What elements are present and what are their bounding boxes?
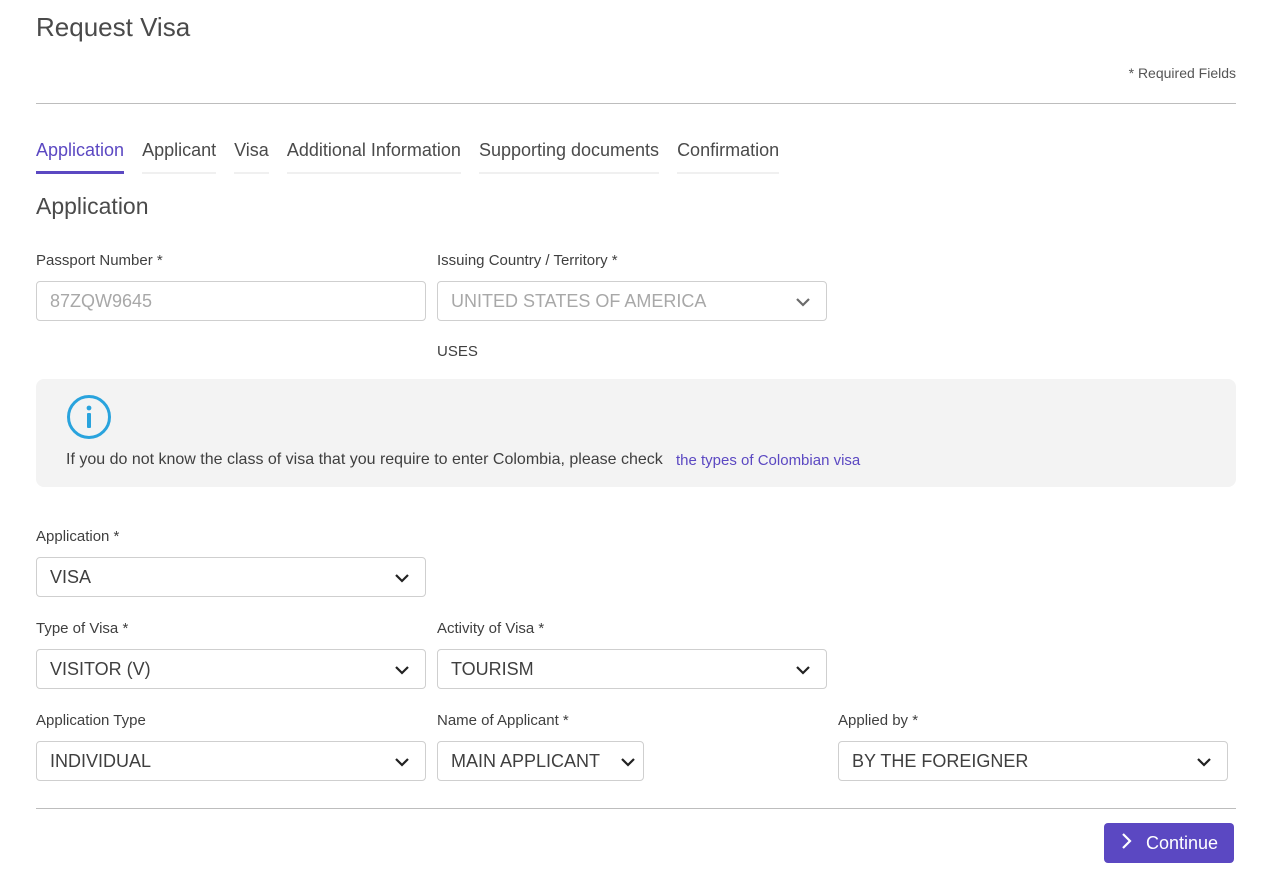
continue-label: Continue xyxy=(1145,832,1219,853)
applied-by-value: BY THE FOREIGNER xyxy=(852,750,1029,771)
chevron-down-icon xyxy=(393,661,411,679)
name-of-applicant-select[interactable]: MAIN APPLICANT xyxy=(437,741,644,781)
passport-number-label: Passport Number * xyxy=(36,252,163,269)
application-select[interactable]: VISA xyxy=(36,557,426,597)
application-type-value: INDIVIDUAL xyxy=(50,750,152,771)
activity-of-visa-select[interactable]: TOURISM xyxy=(437,649,827,689)
tab-applicant[interactable]: Applicant xyxy=(142,140,217,174)
chevron-right-icon xyxy=(1120,832,1134,855)
issuing-country-select[interactable]: UNITED STATES OF AMERICA xyxy=(437,281,827,321)
issuing-country-code: USES xyxy=(437,343,478,360)
info-box xyxy=(36,379,1236,487)
tab-application[interactable]: Application xyxy=(36,140,125,174)
issuing-country-value: UNITED STATES OF AMERICA xyxy=(451,290,707,311)
tab-visa[interactable]: Visa xyxy=(234,140,269,174)
name-of-applicant-value: MAIN APPLICANT xyxy=(451,750,601,771)
page-title: Request Visa xyxy=(36,12,191,42)
chevron-down-icon xyxy=(393,753,411,771)
info-text: If you do not know the class of visa tha… xyxy=(66,451,663,468)
chevron-down-icon xyxy=(393,569,411,587)
tab-confirmation[interactable]: Confirmation xyxy=(677,140,780,174)
chevron-down-icon xyxy=(794,293,812,311)
chevron-down-icon xyxy=(1195,753,1213,771)
applied-by-label: Applied by * xyxy=(838,712,919,729)
chevron-down-icon xyxy=(794,661,812,679)
passport-number-input[interactable]: 87ZQW9645 xyxy=(36,281,426,321)
chevron-down-icon xyxy=(619,753,637,771)
type-of-visa-label: Type of Visa * xyxy=(36,620,129,637)
name-of-applicant-label: Name of Applicant * xyxy=(437,712,569,729)
type-of-visa-select[interactable]: VISITOR (V) xyxy=(36,649,426,689)
issuing-country-label: Issuing Country / Territory * xyxy=(437,252,618,269)
tab-additional-information[interactable]: Additional Information xyxy=(286,140,461,174)
continue-button[interactable]: Continue xyxy=(1104,823,1234,863)
application-type-label: Application Type xyxy=(36,712,146,729)
bottom-divider xyxy=(36,808,1236,809)
application-value: VISA xyxy=(50,566,92,587)
required-fields-note: * Required Fields xyxy=(1128,65,1236,81)
tab-supporting-documents[interactable]: Supporting documents xyxy=(478,140,660,174)
section-title: Application xyxy=(36,193,149,219)
type-of-visa-value: VISITOR (V) xyxy=(50,658,151,679)
info-icon xyxy=(66,394,112,440)
activity-of-visa-value: TOURISM xyxy=(451,658,534,679)
application-type-select[interactable]: INDIVIDUAL xyxy=(36,741,426,781)
activity-of-visa-label: Activity of Visa * xyxy=(437,620,545,637)
top-divider xyxy=(36,103,1236,104)
visa-types-link[interactable]: the types of Colombian visa xyxy=(676,452,860,469)
passport-number-value: 87ZQW9645 xyxy=(50,290,153,311)
application-label: Application * xyxy=(36,528,120,545)
applied-by-select[interactable]: BY THE FOREIGNER xyxy=(838,741,1228,781)
step-tabs: Application Applicant Visa Additional In… xyxy=(36,140,797,174)
